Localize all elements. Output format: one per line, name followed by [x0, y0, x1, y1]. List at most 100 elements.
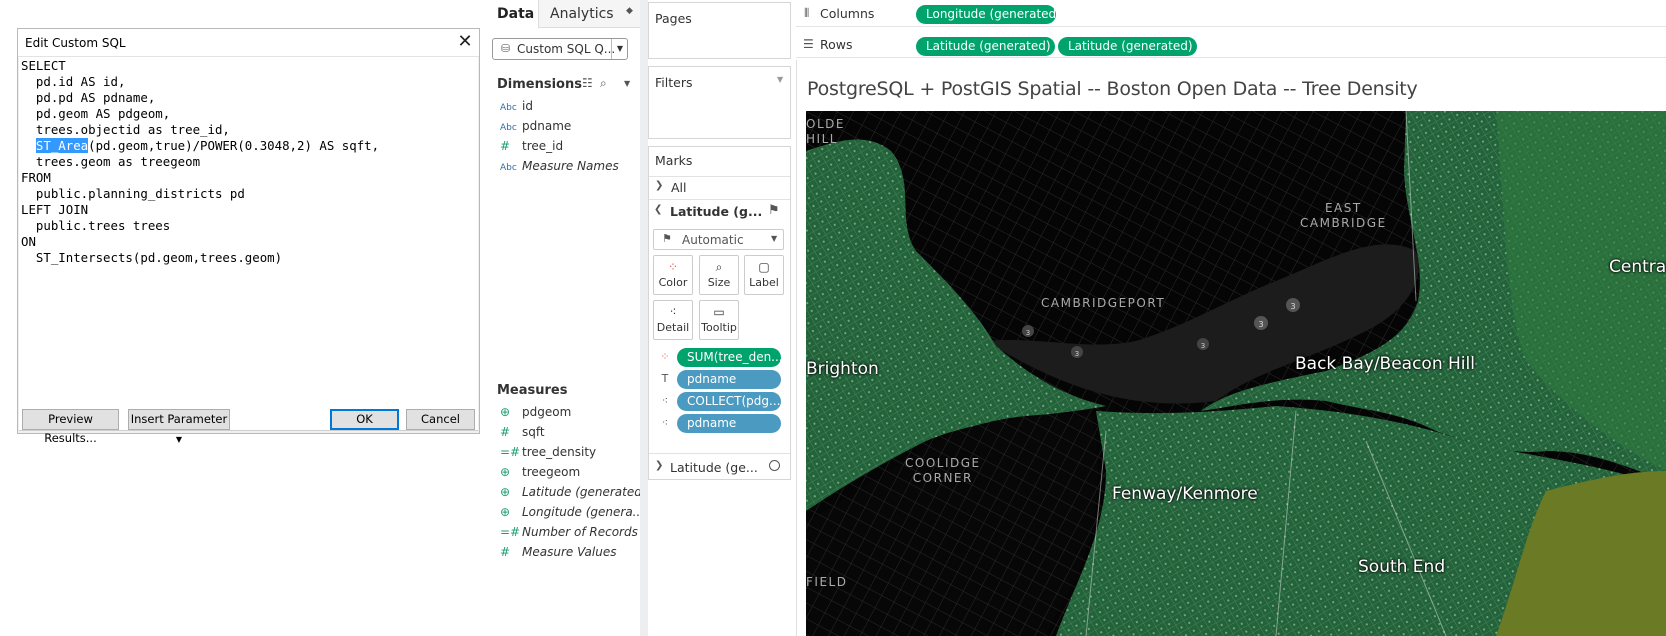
route-marker-label: 3	[1026, 329, 1030, 337]
datasource-name: Custom SQL Q...	[517, 42, 616, 56]
field-label: Measure Values	[522, 545, 617, 559]
mark-pill-detail[interactable]: COLLECT(pdg...	[677, 392, 781, 411]
field-longitude-genera[interactable]: ⊕ Longitude (genera...	[500, 505, 644, 525]
map-view[interactable]: 3 3 3 3 3 OLDE HILL EAST CAMBRIDGE CAMBRID…	[806, 111, 1666, 636]
field-label: pdname	[522, 119, 572, 133]
sql-line: ON	[21, 234, 36, 249]
map-label-back-bay: Back Bay/Beacon Hill	[1295, 354, 1475, 374]
sql-line: pd.id AS id,	[21, 74, 126, 89]
filters-label: Filters	[655, 75, 693, 90]
field-label: Longitude (genera...	[522, 505, 645, 519]
tab-analytics[interactable]: Analytics	[550, 6, 614, 22]
label-card[interactable]: ▢ Label	[744, 255, 784, 295]
label-card-label: Label	[749, 276, 779, 289]
chevron-down-icon[interactable]: ▼	[777, 75, 783, 84]
field-pdgeom[interactable]: ⊕ pdgeom	[500, 405, 571, 425]
field-number-of-records[interactable]: =# Number of Records	[500, 525, 638, 545]
globe-icon: ⊕	[500, 505, 511, 519]
number-type-icon: #	[500, 545, 511, 559]
dialog-title-bar[interactable]: Edit Custom SQL ✕	[18, 29, 479, 57]
map-label-line: EAST	[1324, 201, 1362, 215]
field-label: sqft	[522, 425, 545, 439]
color-card[interactable]: ⁘ Color	[653, 255, 693, 295]
datasource-select[interactable]: ⛁ Custom SQL Q... ▼	[492, 38, 628, 60]
columns-pill[interactable]: Longitude (generated)	[916, 5, 1056, 24]
number-type-icon: #	[500, 139, 511, 153]
chevron-down-icon[interactable]: ▼	[624, 79, 630, 88]
route-marker-label: 3	[1201, 342, 1205, 350]
tooltip-icon: ▭	[713, 305, 725, 319]
ok-button[interactable]: OK	[330, 409, 399, 430]
tooltip-card-label: Tooltip	[701, 321, 737, 334]
field-treegeom[interactable]: ⊕ treegeom	[500, 465, 580, 485]
field-latitude-generated[interactable]: ⊕ Latitude (generated)	[500, 485, 647, 505]
sql-line: ST_Area(pd.geom,true)/POWER(0.3048,2) AS…	[21, 138, 478, 154]
edit-custom-sql-dialog: Edit Custom SQL ✕ SELECT pd.id AS id, pd…	[17, 28, 480, 445]
mark-type-select[interactable]: ⚑ Automatic ▼	[653, 229, 784, 250]
map-label-central: Central	[1609, 257, 1666, 277]
map-label-cambridgeport: CAMBRIDGEPORT	[1041, 296, 1166, 310]
circle-mark-icon	[769, 460, 780, 471]
tab-data[interactable]: Data	[488, 0, 539, 28]
ok-label: OK	[356, 412, 373, 426]
field-pdname[interactable]: Abc pdname	[500, 119, 571, 139]
mark-pill-color[interactable]: SUM(tree_den...	[677, 348, 781, 367]
chevron-right-icon: ❯	[655, 460, 664, 471]
route-marker-label: 3	[1075, 350, 1079, 358]
number-type-icon: #	[500, 425, 511, 439]
columns-shelf[interactable]: ⦀ Columns Longitude (generated)	[796, 2, 1666, 27]
rows-pill[interactable]: Latitude (generated)	[1058, 37, 1197, 56]
chevron-down-icon: ▼	[611, 39, 628, 59]
detail-card[interactable]: ⁖ Detail	[653, 300, 693, 340]
tab-scroll-icon[interactable]: ◆	[626, 6, 633, 16]
tooltip-card[interactable]: ▭ Tooltip	[699, 300, 739, 340]
rows-pill[interactable]: Latitude (generated)	[916, 37, 1055, 56]
size-card-label: Size	[707, 276, 731, 289]
field-measure-values[interactable]: # Measure Values	[500, 545, 616, 565]
chevron-down-icon: ▼	[771, 234, 778, 243]
detail-icon: ⁖	[661, 394, 669, 407]
map-label-line: CORNER	[912, 471, 973, 485]
columns-label: Columns	[820, 6, 875, 21]
field-label: tree_id	[522, 139, 564, 153]
cancel-label: Cancel	[421, 412, 460, 426]
map-label-line: CAMBRIDGE	[1300, 216, 1387, 230]
map-label-line: OLDE	[806, 117, 845, 131]
mark-pill-label[interactable]: pdname	[677, 370, 781, 389]
marks-layer-1[interactable]: ❮ Latitude (g... ⚑	[649, 199, 790, 223]
pane-divider[interactable]	[640, 0, 648, 636]
sql-editor[interactable]: SELECT pd.id AS id, pd.pd AS pdname, pd.…	[19, 57, 478, 431]
marks-label: Marks	[655, 153, 693, 168]
detail-icon: ⁖	[669, 305, 677, 319]
globe-icon: ⊕	[500, 465, 511, 479]
mark-pill-detail[interactable]: pdname	[677, 414, 781, 433]
insert-parameter-button[interactable]: Insert Parameter ▼	[128, 409, 230, 444]
field-measure-names[interactable]: Abc Measure Names	[500, 159, 619, 179]
rows-shelf[interactable]: ☰ Rows Latitude (generated) Latitude (ge…	[796, 33, 1666, 58]
filters-shelf[interactable]: Filters ▼	[648, 66, 791, 139]
sql-line: pd.geom AS pdgeom,	[21, 106, 171, 121]
detail-card-label: Detail	[656, 321, 690, 334]
rows-icon: ☰	[803, 37, 814, 51]
chevron-down-icon: ❮	[654, 204, 663, 215]
pages-shelf[interactable]: Pages	[648, 2, 791, 59]
field-id[interactable]: Abc id	[500, 99, 533, 119]
layer-2-label: Latitude (ge...	[670, 460, 758, 475]
map-label-line: COOLIDGE	[905, 456, 981, 470]
marks-all-layer[interactable]: ❯ All	[649, 176, 790, 198]
cancel-button[interactable]: Cancel	[406, 409, 475, 430]
field-label: Number of Records	[522, 525, 638, 539]
sql-line: trees.geom as treegeom	[21, 154, 201, 169]
globe-icon: ⊕	[500, 485, 511, 499]
field-tree-density[interactable]: =# tree_density	[500, 445, 596, 465]
chevron-down-icon: ▼	[175, 435, 183, 444]
search-icon[interactable]: ⌕	[600, 76, 607, 91]
close-icon[interactable]: ✕	[455, 32, 475, 52]
field-sqft[interactable]: # sqft	[500, 425, 545, 445]
marks-layer-2[interactable]: ❯ Latitude (ge...	[649, 453, 790, 479]
map-canvas[interactable]: 3 3 3 3 3	[806, 111, 1666, 636]
size-card[interactable]: ⌕ Size	[699, 255, 739, 295]
field-tree-id[interactable]: # tree_id	[500, 139, 563, 159]
preview-results-button[interactable]: Preview Results...	[22, 409, 119, 445]
list-view-icon[interactable]: ☷	[582, 76, 593, 90]
